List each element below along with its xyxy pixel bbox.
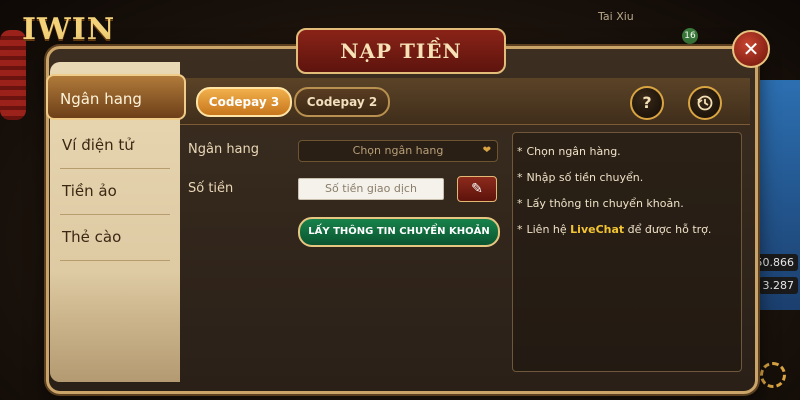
bank-select[interactable]: Chọn ngân hang ❤ [298,140,498,162]
sidebar-item-ewallet[interactable]: Ví điện tử [50,122,180,168]
close-button[interactable]: ✕ [732,30,770,68]
sidebar-item-label: Ví điện tử [62,136,134,154]
question-icon: ? [642,93,652,112]
tab-codepay-3[interactable]: Codepay 3 [196,87,292,117]
instruction-line: * Liên hệ LiveChat để được hỗ trợ. [517,223,712,236]
tab-bar: Codepay 3 Codepay 2 ? [180,78,750,125]
tab-codepay-2[interactable]: Codepay 2 [294,87,390,117]
side-value-2: 3.287 [758,277,798,294]
instruction-line: * Lấy thông tin chuyển khoản. [517,197,684,210]
chip-badge: 16 [682,28,698,44]
sidebar-item-bank[interactable]: Ngân hang [46,74,186,120]
history-button[interactable] [688,86,722,120]
sidebar-item-label: Tiền ảo [62,182,117,200]
gear-icon[interactable] [760,362,786,388]
close-icon: ✕ [742,37,760,61]
sidebar-item-card[interactable]: Thẻ cào [50,214,180,260]
amount-label: Số tiền [188,181,234,196]
amount-input[interactable]: Số tiền giao dịch [298,178,444,200]
chevron-down-icon: ❤ [482,145,491,156]
help-button[interactable]: ? [630,86,664,120]
edit-icon: ✎ [471,181,483,197]
sidebar-item-label: Thẻ cào [62,228,122,246]
game-name-label: Tai Xiu [598,10,634,23]
sidebar-item-label: Ngân hang [60,90,142,108]
instructions-panel: * Chọn ngân hàng. * Nhập số tiền chuyển. *… [512,132,742,372]
history-icon [696,95,714,116]
get-transfer-info-button[interactable]: LẤY THÔNG TIN CHUYỂN KHOẢN [298,217,500,247]
bank-label: Ngân hang [188,142,260,157]
modal-title: NẠP TIỀN [296,28,506,74]
instruction-line: * Chọn ngân hàng. [517,145,621,158]
payment-method-sidebar: Ngân hang Ví điện tử Tiền ảo Thẻ cào [46,62,186,382]
livechat-link[interactable]: LiveChat [570,223,624,236]
instruction-line: * Nhập số tiền chuyển. [517,171,644,184]
game-logo: IWIN [22,12,116,47]
edit-amount-button[interactable]: ✎ [457,176,497,202]
sidebar-item-crypto[interactable]: Tiền ảo [50,168,180,214]
sidebar-divider [60,260,170,261]
bank-select-placeholder: Chọn ngân hang [352,144,444,157]
sidebar-landscape-decoration [50,272,180,382]
